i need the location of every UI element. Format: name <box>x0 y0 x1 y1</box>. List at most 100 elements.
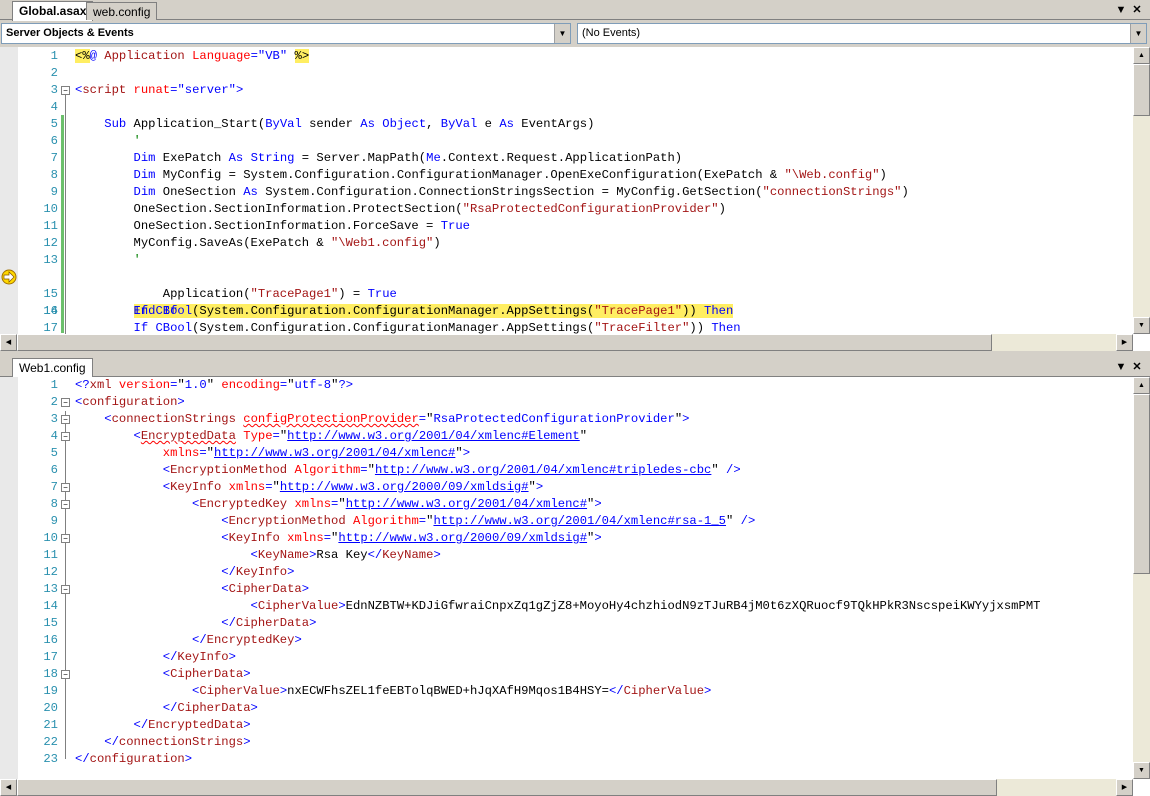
code-line: 11 OneSection.SectionInformation.ForceSa… <box>0 218 1132 235</box>
code-line: 17 </KeyInfo> <box>0 649 1132 666</box>
close-icon[interactable]: ✕ <box>1130 3 1144 17</box>
line-number: 15 <box>43 616 58 630</box>
outline-collapse-icon[interactable]: − <box>61 670 70 679</box>
code-line: 15 </CipherData> <box>0 615 1132 632</box>
line-number: 6 <box>50 463 58 477</box>
code-line: 22 </connectionStrings> <box>0 734 1132 751</box>
code-text: Application("TracePage1") = True <box>75 287 397 301</box>
scrollbar-thumb[interactable] <box>1133 394 1150 574</box>
code-line: 15 Application("TracePage1") = True <box>0 286 1132 303</box>
code-text: Dim ExePatch As String = Server.MapPath(… <box>133 151 683 165</box>
code-line: 2− <configuration> <box>0 394 1132 411</box>
code-line: 21 </EncryptedData> <box>0 717 1132 734</box>
line-number: 18 <box>43 667 58 681</box>
code-text: <EncryptionMethod Algorithm="http://www.… <box>221 514 756 528</box>
horizontal-scrollbar[interactable]: ◀ ▶ <box>0 334 1133 351</box>
line-number: 7 <box>50 151 58 165</box>
scroll-up-icon[interactable]: ▲ <box>1133 377 1150 394</box>
object-combo-value: Server Objects & Events <box>6 27 134 39</box>
code-line: 5 Sub Application_Start(ByVal sender As … <box>0 116 1132 133</box>
scroll-left-icon[interactable]: ◀ <box>0 779 17 796</box>
outline-collapse-icon[interactable]: − <box>61 534 70 543</box>
horizontal-scrollbar[interactable]: ◀ ▶ <box>0 779 1133 796</box>
line-number: 15 <box>43 287 58 301</box>
tab-web-config[interactable]: web.config <box>86 2 158 20</box>
outline-collapse-icon[interactable]: − <box>61 86 70 95</box>
code-line: 1 <?xml version="1.0" encoding="utf-8"?> <box>0 377 1132 394</box>
scroll-up-icon[interactable]: ▲ <box>1133 47 1150 64</box>
line-number: 1 <box>50 49 58 63</box>
line-number: 11 <box>43 548 58 562</box>
code-text: <?xml version="1.0" encoding="utf-8"?> <box>75 378 354 392</box>
code-text: ' <box>133 253 141 267</box>
outline-collapse-icon[interactable]: − <box>61 432 70 441</box>
close-icon[interactable]: ✕ <box>1130 360 1144 374</box>
outline-collapse-icon[interactable]: − <box>61 398 70 407</box>
scroll-right-icon[interactable]: ▶ <box>1116 334 1133 351</box>
code-text: <CipherData> <box>162 667 251 681</box>
line-number: 4 <box>50 429 58 443</box>
line-number: 9 <box>50 514 58 528</box>
code-text: OneSection.SectionInformation.ProtectSec… <box>75 202 726 216</box>
line-number: 5 <box>50 117 58 131</box>
code-text: </KeyInfo> <box>162 650 236 664</box>
vertical-scrollbar[interactable]: ▲ ▼ <box>1133 47 1150 334</box>
code-line: 13− <CipherData> <box>0 581 1132 598</box>
object-combo[interactable]: Server Objects & Events ▼ <box>1 23 571 44</box>
scrollbar-thumb[interactable] <box>1133 64 1150 116</box>
code-line: 10 OneSection.SectionInformation.Protect… <box>0 201 1132 218</box>
code-text: OneSection.SectionInformation.ForceSave … <box>75 219 470 233</box>
code-line: 4− <EncryptedData Type="http://www.w3.or… <box>0 428 1132 445</box>
scroll-left-icon[interactable]: ◀ <box>0 334 17 351</box>
outline-collapse-icon[interactable]: − <box>61 585 70 594</box>
scroll-down-icon[interactable]: ▼ <box>1133 762 1150 779</box>
code-line: 3− <script runat="server"> <box>0 82 1132 99</box>
line-number: 4 <box>50 100 58 114</box>
scroll-down-icon[interactable]: ▼ <box>1133 317 1150 334</box>
outline-collapse-icon[interactable]: − <box>61 500 70 509</box>
scrollbar-thumb[interactable] <box>17 334 992 351</box>
scrollbar-thumb[interactable] <box>17 779 997 796</box>
code-text: <configuration> <box>75 395 185 409</box>
code-text: <CipherValue>EdnNZBTW+KDJiGfwraiCnpxZq1g… <box>250 599 1041 613</box>
line-number: 2 <box>50 66 58 80</box>
chevron-down-icon[interactable]: ▼ <box>1130 24 1146 43</box>
code-line: 5 xmlns="http://www.w3.org/2001/04/xmlen… <box>0 445 1132 462</box>
scroll-right-icon[interactable]: ▶ <box>1116 779 1133 796</box>
top-tabstrip: Global.asax web.config ▼ ✕ <box>0 0 1150 21</box>
event-combo[interactable]: (No Events) ▼ <box>577 23 1147 44</box>
chevron-down-icon[interactable]: ▼ <box>554 24 570 43</box>
code-text: </EncryptedKey> <box>192 633 302 647</box>
code-line: 4 <box>0 99 1132 116</box>
chevron-down-icon[interactable]: ▼ <box>1114 3 1128 17</box>
chevron-down-icon[interactable]: ▼ <box>1114 360 1128 374</box>
line-number: 6 <box>50 134 58 148</box>
code-line: 9 <EncryptionMethod Algorithm="http://ww… <box>0 513 1132 530</box>
vertical-scrollbar[interactable]: ▲ ▼ <box>1133 377 1150 779</box>
web1-config-editor[interactable]: 1 <?xml version="1.0" encoding="utf-8"?> … <box>0 377 1150 796</box>
outline-collapse-icon[interactable]: − <box>61 415 70 424</box>
code-line: 8− <EncryptedKey xmlns="http://www.w3.or… <box>0 496 1132 513</box>
code-text: </connectionStrings> <box>104 735 251 749</box>
global-asax-editor[interactable]: 1 <%@ Application Language="VB" %> 2 3− <s… <box>0 47 1150 351</box>
code-line: 14 If CBool(System.Configuration.Configu… <box>0 269 1132 318</box>
code-line: 12 </KeyInfo> <box>0 564 1132 581</box>
code-line: 10− <KeyInfo xmlns="http://www.w3.org/20… <box>0 530 1132 547</box>
code-line: 16 </EncryptedKey> <box>0 632 1132 649</box>
tab-web1-config[interactable]: Web1.config <box>12 358 93 378</box>
tab-global-asax[interactable]: Global.asax <box>12 1 94 21</box>
outline-collapse-icon[interactable]: − <box>61 483 70 492</box>
code-text: </EncryptedData> <box>133 718 251 732</box>
line-number: 7 <box>50 480 58 494</box>
line-number: 12 <box>43 565 58 579</box>
line-number: 9 <box>50 185 58 199</box>
code-text: <CipherData> <box>221 582 310 596</box>
code-text: </KeyInfo> <box>221 565 295 579</box>
code-text: </configuration> <box>75 752 193 766</box>
bottom-tabstrip: Web1.config ▼ ✕ <box>0 357 1150 378</box>
code-line: 2 <box>0 65 1132 82</box>
code-line: 3− <connectionStrings configProtectionPr… <box>0 411 1132 428</box>
line-number: 8 <box>50 168 58 182</box>
line-number: 12 <box>43 236 58 250</box>
code-line: 19 <CipherValue>nxECWFhsZEL1feEBTolqBWED… <box>0 683 1132 700</box>
